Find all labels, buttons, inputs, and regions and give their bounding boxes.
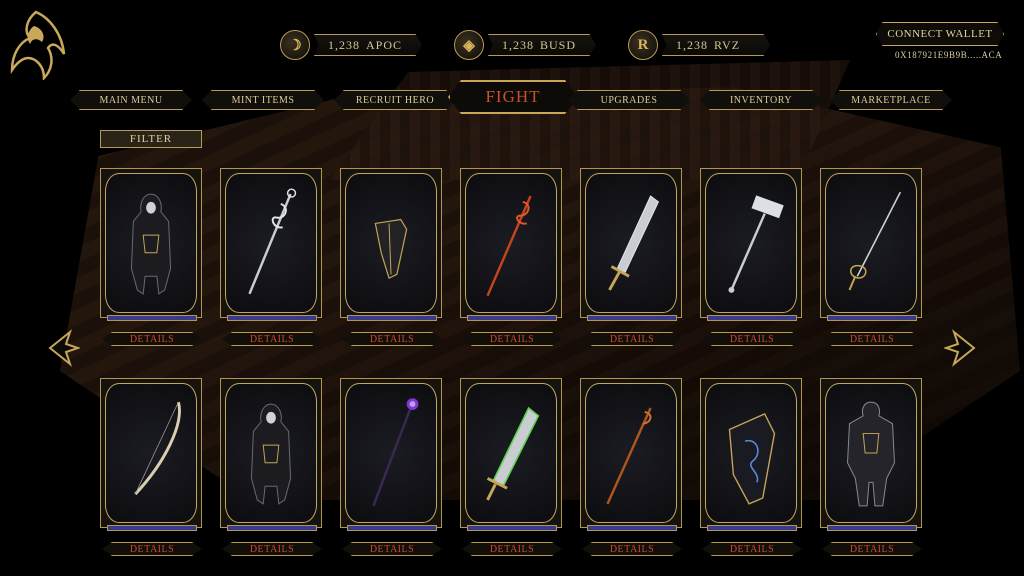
rvz-amount: 1,238 xyxy=(676,37,708,52)
busd-coin-icon: ◈ xyxy=(454,30,484,60)
rvz-coin-icon: R xyxy=(628,30,658,60)
nav-upgrades[interactable]: UPGRADES xyxy=(568,90,690,110)
busd-symbol: BUSD xyxy=(540,37,577,52)
busd-amount: 1,238 xyxy=(502,37,534,52)
apoc-balance: ☽ 1,238 APOC xyxy=(280,30,422,60)
nav-main-menu[interactable]: MAIN MENU xyxy=(70,90,192,110)
item-card[interactable] xyxy=(340,378,442,531)
details-button[interactable]: DETAILS xyxy=(822,542,922,556)
purple-orb-staff-icon xyxy=(372,398,419,507)
arrow-right-icon[interactable] xyxy=(944,328,976,368)
item-card[interactable] xyxy=(460,168,562,321)
nav-fight[interactable]: FIGHT xyxy=(448,80,578,114)
item-card[interactable] xyxy=(820,168,922,321)
details-button[interactable]: DETAILS xyxy=(462,542,562,556)
item-card[interactable] xyxy=(100,168,202,321)
details-button[interactable]: DETAILS xyxy=(102,542,202,556)
blue-rune-shield-icon xyxy=(728,412,776,505)
game-logo-icon xyxy=(10,10,66,80)
rvz-balance: R 1,238 RVZ xyxy=(628,30,770,60)
background-roof xyxy=(330,60,850,180)
busd-balance: ◈ 1,238 BUSD xyxy=(454,30,596,60)
nav-mint-items[interactable]: MINT ITEMS xyxy=(202,90,324,110)
red-twisted-staff-icon xyxy=(486,195,532,297)
item-card[interactable] xyxy=(820,378,922,531)
silver-warhammer-icon xyxy=(728,195,784,293)
item-card[interactable] xyxy=(220,168,322,321)
details-button[interactable]: DETAILS xyxy=(462,332,562,346)
details-button[interactable]: DETAILS xyxy=(102,332,202,346)
item-card[interactable] xyxy=(460,378,562,531)
green-greatsword-icon xyxy=(486,406,540,501)
nav-marketplace[interactable]: MARKETPLACE xyxy=(830,90,952,110)
item-card[interactable] xyxy=(340,168,442,321)
connect-wallet-button[interactable]: CONNECT WALLET xyxy=(876,22,1004,46)
silver-twisted-staff-icon xyxy=(248,188,297,295)
details-button[interactable]: DETAILS xyxy=(582,542,682,556)
silver-greatsword-icon xyxy=(608,195,660,291)
apoc-symbol: APOC xyxy=(366,37,403,52)
armored-knight-icon xyxy=(847,401,895,507)
details-button[interactable]: DETAILS xyxy=(342,542,442,556)
details-button[interactable]: DETAILS xyxy=(222,542,322,556)
nav-recruit-hero[interactable]: RECRUIT HERO xyxy=(334,90,456,110)
item-card[interactable] xyxy=(220,378,322,531)
hooded-hero-icon xyxy=(130,193,172,295)
item-card[interactable] xyxy=(100,378,202,531)
apoc-coin-icon: ☽ xyxy=(280,30,310,60)
arrow-left-icon[interactable] xyxy=(48,328,80,368)
filter-button[interactable]: FILTER xyxy=(100,130,202,148)
item-card[interactable] xyxy=(580,168,682,321)
copper-staff-icon xyxy=(606,407,652,505)
dark-shield-icon xyxy=(374,218,408,280)
item-card[interactable] xyxy=(700,168,802,321)
details-button[interactable]: DETAILS xyxy=(222,332,322,346)
details-button[interactable]: DETAILS xyxy=(702,542,802,556)
item-card[interactable] xyxy=(700,378,802,531)
rvz-symbol: RVZ xyxy=(714,37,741,52)
apoc-amount: 1,238 xyxy=(328,37,360,52)
rapier-icon xyxy=(848,191,902,291)
details-button[interactable]: DETAILS xyxy=(582,332,682,346)
nav-inventory[interactable]: INVENTORY xyxy=(700,90,822,110)
bone-bow-icon xyxy=(134,401,181,496)
details-button[interactable]: DETAILS xyxy=(702,332,802,346)
wallet-address: 0X187921E9B9B.....ACA xyxy=(895,50,1003,60)
details-button[interactable]: DETAILS xyxy=(342,332,442,346)
details-button[interactable]: DETAILS xyxy=(822,332,922,346)
hooded-hero-icon xyxy=(250,403,292,505)
item-card[interactable] xyxy=(580,378,682,531)
